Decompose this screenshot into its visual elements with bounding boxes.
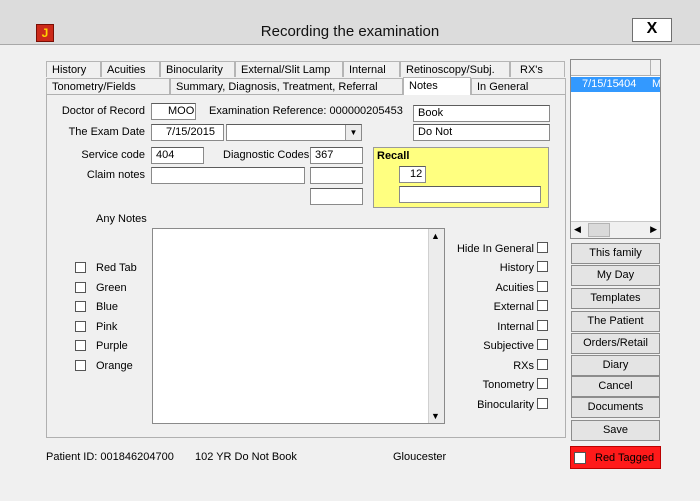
green-checkbox[interactable] xyxy=(75,282,86,293)
doctor-label: Doctor of Record xyxy=(61,105,145,117)
tab-binocularity[interactable]: Binocularity xyxy=(160,61,235,77)
any-notes-label: Any Notes xyxy=(96,213,147,225)
visit-list[interactable]: 7/15/15 404 M ◀ ▶ xyxy=(570,59,661,239)
pink-label: Pink xyxy=(96,321,118,333)
hide-acuities-label: Acuities xyxy=(495,282,534,294)
tab-rxs[interactable]: RX's xyxy=(510,61,565,77)
exam-date-field[interactable]: 7/15/2015 xyxy=(151,124,224,141)
close-button[interactable]: X xyxy=(632,18,672,42)
exam-date-label: The Exam Date xyxy=(68,126,145,138)
list-header-1 xyxy=(571,60,651,76)
tab-in-general[interactable]: In General xyxy=(471,78,566,94)
tab-tonometry-fields[interactable]: Tonometry/Fields xyxy=(46,78,170,94)
hide-history-checkbox[interactable] xyxy=(537,261,548,272)
cancel-button[interactable]: Cancel xyxy=(571,376,660,397)
patient-id: Patient ID: 001846204700 xyxy=(46,451,174,463)
save-button[interactable]: Save xyxy=(571,420,660,441)
window-title: Recording the examination xyxy=(260,23,440,40)
hide-external-label: External xyxy=(493,301,534,313)
hide-rxs-checkbox[interactable] xyxy=(537,359,548,370)
status-bar: Patient ID: 001846204700 102 YR Do Not B… xyxy=(46,449,566,465)
orange-checkbox[interactable] xyxy=(75,360,86,371)
hide-binocularity-label: Binocularity xyxy=(477,399,534,411)
hide-external-checkbox[interactable] xyxy=(537,300,548,311)
purple-checkbox[interactable] xyxy=(75,340,86,351)
red-tagged-checkbox[interactable] xyxy=(574,452,586,464)
list-item[interactable]: 7/15/15 404 M xyxy=(571,77,660,92)
recall-box: Recall 12 xyxy=(373,147,549,208)
blue-checkbox[interactable] xyxy=(75,301,86,312)
purple-label: Purple xyxy=(96,340,128,352)
orders-retail-button[interactable]: Orders/Retail xyxy=(571,333,660,354)
tab-history[interactable]: History xyxy=(46,61,101,77)
tab-acuities[interactable]: Acuities xyxy=(101,61,160,77)
scroll-down-icon[interactable]: ▼ xyxy=(431,411,440,421)
scroll-left-icon[interactable]: ◀ xyxy=(574,224,581,235)
chevron-down-icon[interactable]: ▼ xyxy=(345,125,361,140)
recall-months-field[interactable]: 12 xyxy=(399,166,426,183)
recall-label: Recall xyxy=(377,150,410,162)
tab-internal[interactable]: Internal xyxy=(343,61,400,77)
red-tab-checkbox[interactable] xyxy=(75,262,86,273)
hide-internal-checkbox[interactable] xyxy=(537,320,548,331)
diag-code-3[interactable] xyxy=(310,188,363,205)
diag-codes-label: Diagnostic Codes xyxy=(223,149,310,161)
red-tagged-label: Red Tagged xyxy=(595,452,655,464)
tab-summary-diagnosis[interactable]: Summary, Diagnosis, Treatment, Referral xyxy=(170,78,403,94)
templates-button[interactable]: Templates xyxy=(571,288,660,309)
this-family-button[interactable]: This family xyxy=(571,243,660,264)
exam-ref-label: Examination Reference: 000000205453 xyxy=(209,105,403,117)
hide-subjective-label: Subjective xyxy=(483,340,534,352)
hide-binocularity-checkbox[interactable] xyxy=(537,398,548,409)
hide-internal-label: Internal xyxy=(497,321,534,333)
service-code-label: Service code xyxy=(81,149,145,161)
hide-in-general-checkbox[interactable] xyxy=(537,242,548,253)
hide-in-general-label: Hide In General xyxy=(456,243,534,255)
exam-window: J Recording the examination X History Ac… xyxy=(0,0,700,501)
patient-age-status: 102 YR Do Not Book xyxy=(195,451,297,463)
scroll-thumb[interactable] xyxy=(588,223,610,237)
hide-tonometry-checkbox[interactable] xyxy=(537,378,548,389)
exam-ref-value: 000000205453 xyxy=(329,105,403,117)
claim-notes-field[interactable] xyxy=(151,167,305,184)
tab-retinoscopy-subj[interactable]: Retinoscopy/Subj. xyxy=(400,61,510,77)
scroll-up-icon[interactable]: ▲ xyxy=(431,231,440,241)
diary-button[interactable]: Diary xyxy=(571,355,660,376)
hide-subjective-checkbox[interactable] xyxy=(537,339,548,350)
exam-date-dropdown[interactable]: ▼ xyxy=(226,124,362,141)
visit-list-hscroll[interactable]: ◀ ▶ xyxy=(571,221,660,238)
my-day-button[interactable]: My Day xyxy=(571,265,660,286)
orange-label: Orange xyxy=(96,360,133,372)
blue-label: Blue xyxy=(96,301,119,313)
pink-checkbox[interactable] xyxy=(75,321,86,332)
tab-notes[interactable]: Notes xyxy=(403,77,471,95)
green-label: Green xyxy=(96,282,127,294)
scroll-right-icon[interactable]: ▶ xyxy=(650,224,657,235)
the-patient-button[interactable]: The Patient xyxy=(571,311,660,332)
hide-rxs-label: RXs xyxy=(513,360,534,372)
claim-notes-label: Claim notes xyxy=(86,169,145,181)
do-not-field[interactable]: Do Not xyxy=(413,124,550,141)
title-bar: J Recording the examination X xyxy=(0,0,700,45)
hide-history-label: History xyxy=(499,262,534,274)
doctor-field[interactable]: MOO xyxy=(151,103,196,120)
documents-button[interactable]: Documents xyxy=(571,397,660,418)
recall-extra-field[interactable] xyxy=(399,186,541,203)
location: Gloucester xyxy=(393,451,447,463)
tab-external-slit-lamp[interactable]: External/Slit Lamp xyxy=(235,61,343,77)
diag-code-2[interactable] xyxy=(310,167,363,184)
book-field[interactable]: Book xyxy=(413,105,550,122)
list-header-2 xyxy=(651,60,660,76)
red-tab-label: Red Tab xyxy=(96,262,137,274)
hide-acuities-checkbox[interactable] xyxy=(537,281,548,292)
notes-textarea[interactable]: ▲ ▼ xyxy=(152,228,445,424)
red-tagged-toggle[interactable]: Red Tagged xyxy=(570,446,661,469)
service-code-field[interactable]: 404 xyxy=(151,147,204,164)
diag-code-1[interactable]: 367 xyxy=(310,147,363,164)
hide-tonometry-label: Tonometry xyxy=(482,379,534,391)
